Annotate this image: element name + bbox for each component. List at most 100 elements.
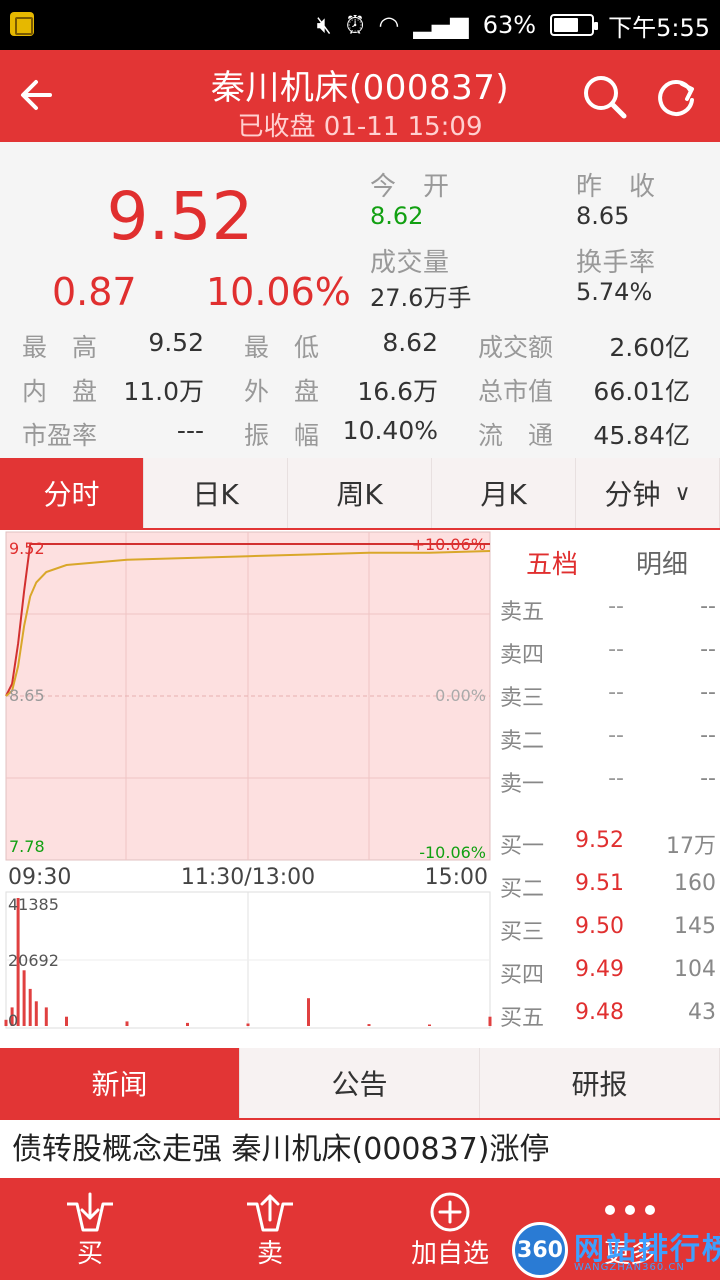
open-label: 今 开	[370, 172, 450, 202]
ask-2-label: 卖二	[500, 729, 545, 754]
intraday-chart[interactable]: 9.52 8.65 7.78 +10.06% 0.00% -10.06% 09:…	[0, 530, 494, 1030]
open-value: 8.62	[370, 202, 424, 230]
tab-five-levels[interactable]: 五档	[526, 544, 578, 581]
ask-2-price: --	[608, 723, 624, 748]
bid-2-price: 9.51	[575, 871, 624, 896]
search-button[interactable]	[578, 70, 632, 124]
volume-bar	[28, 988, 32, 1026]
amount-label: 成交额	[478, 333, 554, 362]
refresh-button[interactable]	[650, 70, 704, 124]
tab-minute[interactable]: 分钟 ∨	[576, 458, 720, 528]
ask-5-vol: --	[700, 594, 716, 619]
signal-icon: ▂▄▆	[413, 11, 469, 39]
tab-research[interactable]: 研报	[480, 1048, 720, 1118]
ask-4-vol: --	[700, 637, 716, 662]
bid-5-label: 买五	[500, 1006, 545, 1031]
time-end: 15:00	[425, 865, 488, 890]
amount-value: 2.60亿	[609, 333, 690, 362]
volume-bar	[34, 1001, 38, 1026]
watermark: 360 网站排行榜 WANGZHAN360.CN	[512, 1222, 720, 1278]
more-dots-icon	[605, 1205, 655, 1215]
bid-4-label: 买四	[500, 963, 545, 988]
bid-3-label: 买三	[500, 920, 545, 945]
amplitude-value: 10.40%	[342, 416, 438, 445]
bid-1-price: 9.52	[575, 828, 624, 853]
status-bar: 🔇︎ ⏰︎ ◠ ▂▄▆ 63% 下午5:55	[0, 0, 720, 50]
turnover-rate-value: 5.74%	[576, 278, 653, 306]
volume-bar	[307, 998, 310, 1026]
tab-daily-k[interactable]: 日K	[144, 458, 288, 528]
bid-1-label: 买一	[500, 834, 545, 859]
ask-1-price: --	[608, 766, 624, 791]
bid-5-price: 9.48	[575, 1000, 624, 1025]
bid-3-price: 9.50	[575, 914, 624, 939]
chevron-down-icon: ∨	[674, 480, 691, 506]
pct-label-mid: 0.00%	[435, 686, 486, 705]
chart-period-tabs: 分时 日K 周K 月K 分钟 ∨	[0, 458, 720, 530]
high-value: 9.52	[148, 328, 204, 357]
high-label: 最 高	[22, 333, 98, 362]
vol-label-mid: 20692	[8, 951, 59, 970]
ask-4-label: 卖四	[500, 643, 545, 668]
float-cap-value: 45.84亿	[593, 421, 690, 450]
volume-bar	[65, 1016, 68, 1026]
news-headline[interactable]: 债转股概念走强 秦川机床(000837)涨停	[12, 1124, 712, 1168]
tab-news[interactable]: 新闻	[0, 1048, 240, 1118]
ask-3-price: --	[608, 680, 624, 705]
y-label-low: 7.78	[9, 837, 45, 856]
volume-label: 成交量	[370, 248, 450, 278]
pct-label-low: -10.06%	[419, 843, 486, 862]
tab-trade-details[interactable]: 明细	[636, 544, 688, 581]
app-header: 秦川机床(000837) 已收盘 01-11 15:09	[0, 50, 720, 142]
outer-volume-value: 16.6万	[357, 377, 438, 406]
tab-announcements[interactable]: 公告	[240, 1048, 480, 1118]
prev-close-value: 8.65	[576, 202, 630, 230]
plus-circle-icon	[430, 1192, 470, 1232]
low-value: 8.62	[382, 328, 438, 357]
outer-volume-label: 外 盘	[244, 377, 320, 406]
pct-label-high: +10.06%	[412, 535, 486, 554]
tab-monthly-k[interactable]: 月K	[432, 458, 576, 528]
buy-icon	[67, 1192, 113, 1232]
bid-4-vol: 104	[674, 957, 716, 982]
inner-volume-value: 11.0万	[123, 377, 204, 406]
alarm-icon: ⏰︎	[345, 11, 365, 39]
last-price: 9.52	[106, 178, 254, 255]
bid-2-label: 买二	[500, 877, 545, 902]
turnover-rate-label: 换手率	[576, 248, 656, 278]
buy-button[interactable]: 买	[0, 1178, 180, 1280]
ask-1-label: 卖一	[500, 772, 545, 797]
bid-4-price: 9.49	[575, 957, 624, 982]
battery-icon	[550, 14, 599, 36]
time-mid: 11:30/13:00	[181, 865, 315, 890]
volume-bar	[428, 1024, 431, 1026]
tab-weekly-k[interactable]: 周K	[288, 458, 432, 528]
tab-intraday[interactable]: 分时	[0, 458, 144, 528]
ask-5-price: --	[608, 594, 624, 619]
ask-1-vol: --	[700, 766, 716, 791]
ask-3-label: 卖三	[500, 686, 545, 711]
market-cap-value: 66.01亿	[593, 377, 690, 406]
ask-2-vol: --	[700, 723, 716, 748]
price-change-pct: 10.06%	[206, 270, 351, 314]
time-start: 09:30	[8, 865, 71, 890]
volume-bar	[186, 1022, 189, 1026]
ask-4-price: --	[608, 637, 624, 662]
refresh-icon	[658, 79, 694, 116]
bid-5-vol: 43	[688, 1000, 716, 1025]
pe-label: 市盈率	[22, 421, 98, 450]
sell-button[interactable]: 卖	[180, 1178, 360, 1280]
news-tabs: 新闻 公告 研报	[0, 1048, 720, 1120]
watermark-badge: 360	[512, 1222, 568, 1278]
vol-label-zero: 0	[8, 1011, 18, 1030]
app-notification-icon	[10, 12, 34, 36]
volume-bar	[125, 1021, 129, 1026]
amplitude-label: 振 幅	[244, 421, 320, 450]
watermark-subtext: WANGZHAN360.CN	[574, 1262, 685, 1273]
volume-bar	[246, 1023, 250, 1026]
wifi-icon: ◠	[378, 11, 400, 39]
mute-icon: 🔇︎	[316, 11, 332, 39]
pe-value: ---	[176, 416, 204, 445]
volume-bar	[367, 1024, 371, 1026]
float-cap-label: 流 通	[478, 421, 554, 450]
